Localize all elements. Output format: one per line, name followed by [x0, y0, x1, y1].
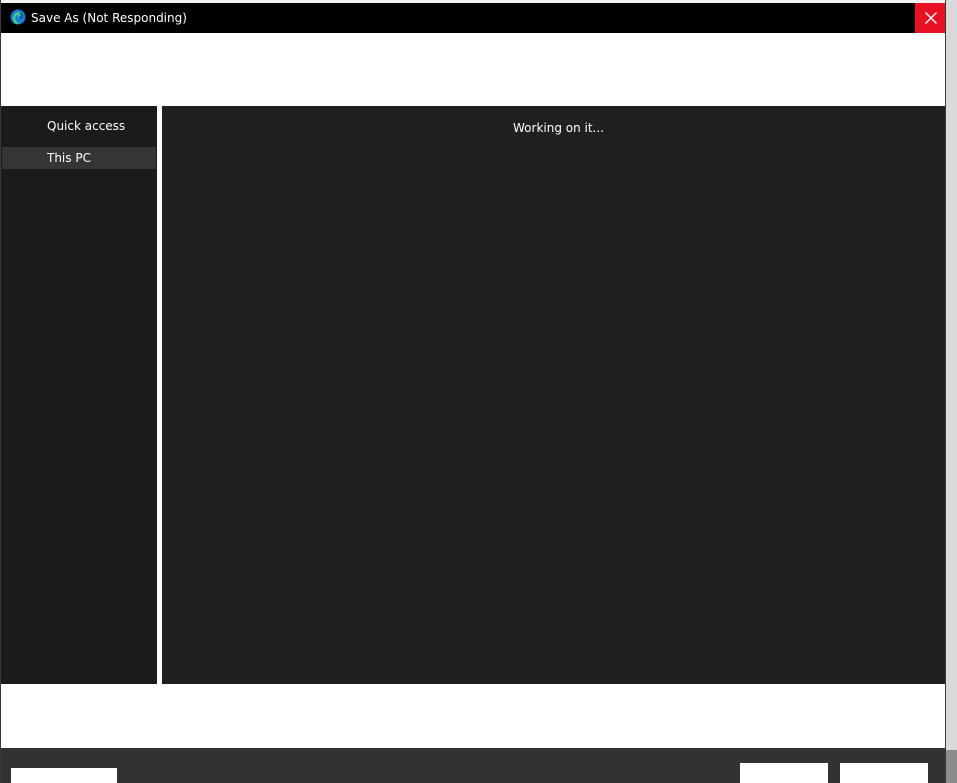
background-shadow — [946, 750, 957, 783]
loading-status: Working on it... — [513, 121, 605, 135]
navigation-pane: Quick access This PC — [1, 106, 157, 684]
close-button[interactable] — [915, 3, 945, 33]
nav-item-this-pc[interactable]: This PC — [2, 147, 156, 169]
background-strip — [946, 0, 957, 783]
nav-item-label: Quick access — [47, 119, 126, 133]
title-bar[interactable]: Save As (Not Responding) — [1, 0, 945, 33]
window-title: Save As (Not Responding) — [31, 11, 187, 25]
cancel-button[interactable] — [840, 763, 928, 783]
file-content-pane[interactable]: Working on it... — [162, 106, 945, 684]
file-name-area — [1, 684, 945, 748]
save-as-dialog: Save As (Not Responding) Quick access Th… — [0, 0, 946, 783]
hide-folders-button[interactable] — [11, 768, 117, 783]
nav-item-label: This PC — [47, 151, 91, 165]
nav-item-quick-access[interactable]: Quick access — [2, 115, 156, 137]
close-icon — [925, 12, 937, 24]
desktop-screen: Save As (Not Responding) Quick access Th… — [0, 0, 957, 783]
save-button[interactable] — [740, 763, 828, 783]
address-toolbar-area — [1, 33, 945, 106]
edge-icon — [10, 9, 26, 25]
dialog-footer — [1, 748, 945, 783]
